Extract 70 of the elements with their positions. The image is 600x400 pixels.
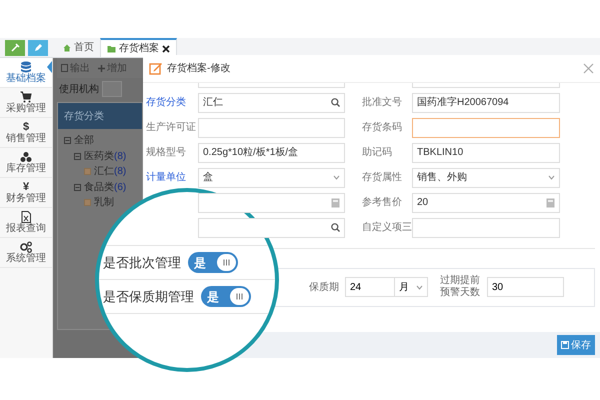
input-field[interactable] xyxy=(102,81,122,97)
edit-button[interactable] xyxy=(28,40,48,56)
search-icon xyxy=(331,98,340,108)
dialog-title: 存货档案-修改 xyxy=(167,62,230,76)
plus-icon xyxy=(98,64,105,72)
document-icon xyxy=(20,210,32,222)
gears-icon xyxy=(20,240,32,252)
toggle-switch[interactable]: 是 xyxy=(188,252,238,273)
sidebar-item[interactable]: 采购管理 xyxy=(0,88,52,118)
database-icon xyxy=(20,60,32,72)
collapse-icon[interactable] xyxy=(74,184,81,191)
field-label: 使用机构 xyxy=(59,82,99,96)
checkbox-icon[interactable] xyxy=(84,199,91,206)
panel-header: 存货分类 xyxy=(58,103,142,129)
dropdown[interactable]: 月 xyxy=(395,277,428,298)
folder-icon xyxy=(107,44,116,52)
sidebar-item[interactable]: $ 销售管理 xyxy=(0,118,52,148)
wrench-icon xyxy=(10,43,20,52)
field-label: 生产许可证 xyxy=(146,120,196,136)
input-field[interactable]: 24 xyxy=(345,277,395,298)
home-icon xyxy=(63,44,71,52)
field-label: 保质期 xyxy=(309,280,340,295)
field-label: 自定义项三 xyxy=(362,220,410,236)
grip-icon xyxy=(223,259,230,266)
chevron-down-icon xyxy=(416,284,423,290)
sidebar-item[interactable]: 基础档案 xyxy=(0,58,52,88)
field-label: 存货分类 xyxy=(146,96,187,110)
field-label: 助记码 xyxy=(362,146,393,160)
field-label: 计量单位 xyxy=(146,170,187,186)
field-label: 批准文号 xyxy=(362,96,403,110)
tab[interactable]: 存货档案 xyxy=(100,38,177,57)
field-label: 存货条码 xyxy=(362,121,403,136)
close-icon[interactable] xyxy=(162,44,170,52)
dropdown[interactable]: 销售、外购 xyxy=(412,168,560,188)
chevron-down-icon xyxy=(548,175,555,180)
sidebar-item[interactable]: ¥ 财务管理 xyxy=(0,178,52,208)
dropdown[interactable]: 盒 xyxy=(198,168,345,188)
tab[interactable]: 首页 xyxy=(57,38,100,57)
coins-icon xyxy=(20,150,32,162)
input-field[interactable] xyxy=(412,118,560,138)
input-field[interactable]: 汇仁 xyxy=(198,92,345,113)
input-field[interactable]: TBKLIN10 xyxy=(412,142,560,163)
grip-icon xyxy=(236,293,243,300)
search-icon xyxy=(331,223,340,232)
toggle-label: 是否保质期管理 xyxy=(103,288,194,306)
collapse-icon[interactable] xyxy=(74,152,81,160)
chevron-down-icon xyxy=(333,175,340,180)
tool-button[interactable] xyxy=(5,40,25,56)
checkbox-icon[interactable] xyxy=(84,168,91,176)
selection-arrow-icon xyxy=(47,61,52,73)
sidebar-item[interactable]: 报表查询 xyxy=(0,208,52,238)
sidebar-item[interactable]: 库存管理 xyxy=(0,148,52,178)
edit-icon xyxy=(149,61,163,76)
toggle-switch[interactable]: 是 xyxy=(201,286,251,307)
pencil-icon xyxy=(34,43,42,52)
cart-icon xyxy=(20,90,32,102)
field-label: 参考售价 xyxy=(362,196,403,210)
input-field[interactable]: 0.25g*10粒/板*1板/盒 xyxy=(198,142,345,163)
input-field[interactable]: 30 xyxy=(487,277,564,298)
calculator-icon xyxy=(546,198,555,208)
field-label: 规格型号 xyxy=(146,146,187,160)
sidebar-item[interactable]: 系统管理 xyxy=(0,238,52,268)
calculator-icon xyxy=(331,198,340,208)
toggle-label: 是否批次管理 xyxy=(103,254,181,272)
field-label: 过期提前预警天数 xyxy=(440,275,481,300)
input-field[interactable]: 20 xyxy=(412,192,560,213)
collapse-icon[interactable] xyxy=(64,137,71,144)
field-label: 存货属性 xyxy=(362,170,403,186)
export-icon xyxy=(61,64,68,72)
input-field[interactable]: 国药准字H20067094 xyxy=(412,92,560,113)
